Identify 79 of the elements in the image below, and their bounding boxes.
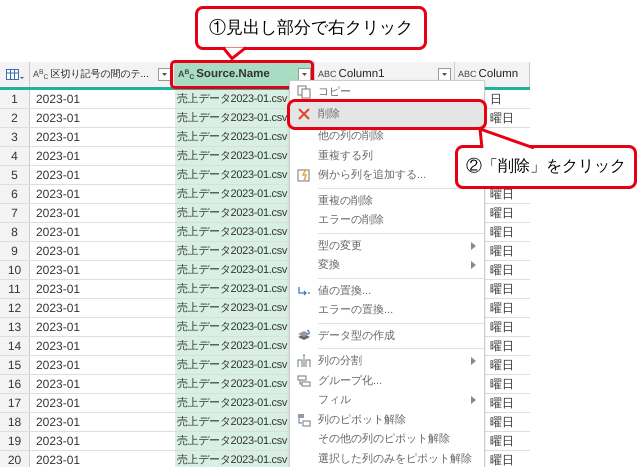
row-number: 9: [0, 242, 30, 260]
row-number: 16: [0, 375, 30, 393]
table-cell-text: 曜日: [490, 110, 515, 127]
delete-icon: [297, 107, 311, 121]
table-cell-text: 2023-01: [35, 300, 82, 317]
menu-item[interactable]: 削除: [290, 102, 484, 126]
table-cell-text: 2023-01: [35, 262, 82, 279]
table-cell-text: 曜日: [490, 300, 515, 317]
table-cell-text: 曜日: [490, 376, 515, 393]
table-cell-text: 2023-01: [35, 376, 82, 393]
header-label: 区切り記号の間のテ...: [50, 68, 150, 82]
table-cell-text: 2023-01: [35, 452, 82, 467]
row-number: 14: [0, 337, 30, 355]
row-number: 8: [0, 223, 30, 241]
row-number: 18: [0, 413, 30, 431]
table-cell-text: 曜日: [490, 452, 515, 467]
table-cell-text: 2023-01: [35, 395, 82, 412]
header-label: Source.Name: [196, 66, 271, 82]
table-cell-text: 2023-01: [35, 186, 82, 203]
submenu-arrow-icon: [471, 242, 476, 250]
row-number: 3: [0, 128, 30, 146]
group-icon: [297, 374, 311, 388]
table-cell-text: 曜日: [490, 243, 515, 260]
table-cell-text: 2023-01: [35, 414, 82, 431]
table-cell-text: 2023-01: [35, 167, 82, 184]
layers-icon: [297, 328, 311, 343]
dropdown-icon[interactable]: [298, 68, 311, 81]
copy-icon: [297, 84, 311, 99]
type-label: ABC: [318, 70, 337, 79]
submenu-arrow-icon: [471, 261, 476, 270]
row-number: 10: [0, 261, 30, 279]
row-number: 2: [0, 109, 30, 127]
callout-tail: [222, 46, 248, 60]
header-label: Column: [478, 66, 520, 82]
table-lightning-icon: [297, 168, 311, 182]
row-number: 13: [0, 318, 30, 336]
dropdown-icon[interactable]: [438, 68, 451, 81]
table-cell-text: 2023-01: [35, 205, 82, 222]
table-cell-text: 曜日: [490, 433, 515, 450]
submenu-arrow-icon: [471, 357, 476, 366]
submenu-arrow-icon: [471, 396, 476, 404]
row-number: 15: [0, 356, 30, 374]
row-number: 5: [0, 166, 30, 184]
table-cell-text: 2023-01: [35, 338, 82, 355]
table-cell-text: 2023-01: [35, 91, 82, 108]
table-cell-text: 2023-01: [35, 357, 82, 374]
row-number: 12: [0, 299, 30, 317]
row-number: 11: [0, 280, 30, 298]
row-number: 7: [0, 204, 30, 222]
row-number: 1: [0, 90, 30, 108]
table-cell-text: 曜日: [490, 395, 515, 412]
row-number: 17: [0, 394, 30, 412]
table-cell-text: 2023-01: [35, 129, 82, 146]
table-cell-text: 曜日: [490, 414, 515, 431]
row-number: 6: [0, 185, 30, 203]
table-cell-text: 2023-01: [35, 281, 82, 298]
table-cell-text: 曜日: [490, 262, 515, 279]
table-cell-text: 2023-01: [35, 319, 82, 336]
split-column-icon: [297, 354, 311, 368]
table-cell-text: 曜日: [490, 205, 515, 222]
header-label: Column1: [338, 66, 386, 82]
table-cell-text: 2023-01: [35, 148, 82, 165]
row-number: 4: [0, 147, 30, 165]
table-cell-text: 曜日: [490, 319, 515, 336]
table-cell-text: 曜日: [490, 224, 515, 241]
row-number: 19: [0, 432, 30, 450]
dropdown-icon[interactable]: [158, 68, 171, 81]
table-cell-text: 曜日: [490, 338, 515, 355]
table-cell-text: 2023-01: [35, 243, 82, 260]
table-cell-text: 2023-01: [35, 110, 82, 127]
row-number: 20: [0, 451, 30, 467]
table-cell-text: 2023-01: [35, 433, 82, 450]
table-cell-text: 曜日: [490, 357, 515, 374]
table-menu-icon[interactable]: [6, 68, 24, 80]
type-label: ABC: [458, 70, 477, 79]
table-cell-text: 曜日: [490, 281, 515, 298]
unpivot-icon: [297, 412, 311, 427]
table-cell-text: 日: [490, 91, 503, 108]
table-cell-text: 2023-01: [35, 224, 82, 241]
